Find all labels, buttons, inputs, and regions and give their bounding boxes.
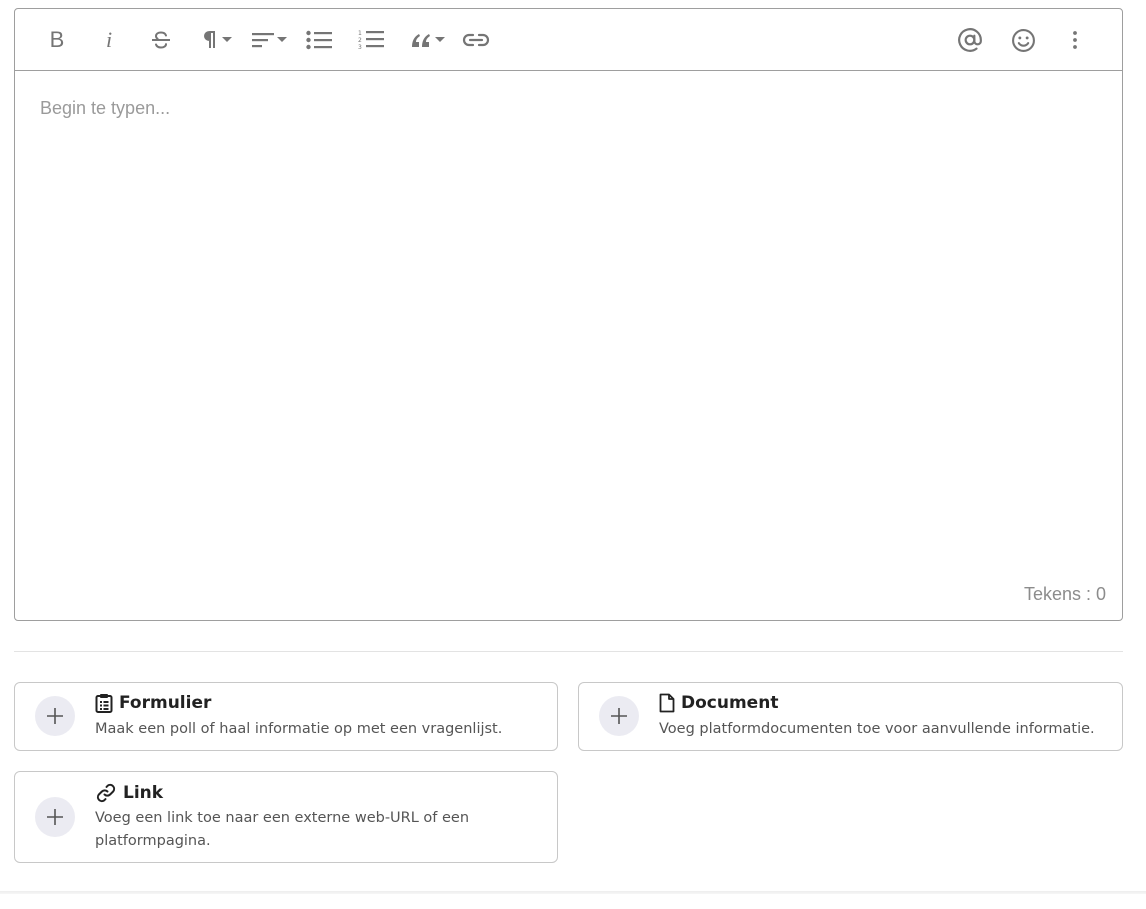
form-card-description: Maak een poll of haal informatie op met … — [95, 721, 503, 737]
italic-button[interactable]: i — [93, 24, 125, 56]
page-bottom-border — [0, 891, 1146, 894]
rich-text-editor: B i 1 2 3 Begin te typen... Tekens: 0 — [14, 8, 1123, 621]
align-icon — [251, 33, 274, 48]
numbered-list-icon: 1 2 3 — [358, 30, 384, 51]
document-card-header: Document — [659, 693, 778, 713]
chevron-down-icon — [434, 37, 445, 42]
attach-form-card[interactable]: Formulier Maak een poll of haal informat… — [14, 682, 558, 751]
link-icon — [96, 783, 116, 803]
form-card-header: Formulier — [95, 693, 211, 713]
add-document-button[interactable] — [599, 696, 639, 736]
svg-text:2: 2 — [358, 37, 362, 44]
plus-icon — [47, 809, 63, 825]
link-card-description-line: Voeg een link toe naar een externe web-U… — [95, 810, 470, 826]
clipboard-icon — [95, 694, 113, 713]
align-button[interactable] — [247, 24, 291, 56]
attach-link-card[interactable]: Link Voeg een link toe naar een externe … — [14, 771, 558, 863]
mention-icon — [958, 28, 982, 52]
insert-link-button[interactable] — [460, 24, 492, 56]
emoji-button[interactable] — [1007, 24, 1039, 56]
plus-icon — [47, 708, 63, 724]
add-link-button[interactable] — [35, 797, 75, 837]
paragraph-format-button[interactable] — [197, 24, 237, 56]
more-vertical-icon — [1073, 31, 1077, 49]
strikethrough-icon — [152, 31, 170, 49]
svg-text:3: 3 — [358, 44, 362, 51]
editor-content-area[interactable]: Begin te typen... Tekens : 0 — [15, 72, 1122, 620]
editor-toolbar: B i 1 2 3 — [15, 9, 1122, 71]
form-card-title: Formulier — [119, 693, 212, 713]
link-card-title: Link — [123, 783, 164, 803]
chevron-down-icon — [221, 37, 232, 42]
document-card-title: Document — [681, 693, 779, 713]
document-card-description: Voeg platformdocumenten toe voor aanvull… — [659, 721, 1095, 737]
attach-document-card[interactable]: Document Voeg platformdocumenten toe voo… — [578, 682, 1123, 751]
bullet-list-button[interactable] — [303, 24, 335, 56]
emoji-icon — [1011, 28, 1035, 52]
link-card-header: Link — [95, 782, 163, 804]
link-card-description-line: platformpagina. — [95, 833, 211, 849]
character-counter: Tekens : 0 — [1023, 584, 1106, 604]
numbered-list-button[interactable]: 1 2 3 — [355, 24, 387, 56]
quote-button[interactable] — [405, 24, 449, 56]
strikethrough-button[interactable] — [145, 24, 177, 56]
bullet-list-icon — [306, 30, 332, 50]
link-icon — [462, 33, 490, 47]
add-form-button[interactable] — [35, 696, 75, 736]
svg-text:1: 1 — [358, 30, 362, 37]
mention-button[interactable] — [954, 24, 986, 56]
editor-placeholder: Begin te typen... — [40, 98, 171, 118]
bold-icon: B — [49, 27, 65, 52]
plus-icon — [611, 708, 627, 724]
bold-button[interactable]: B — [41, 24, 73, 56]
quote-icon — [411, 34, 430, 47]
section-divider — [14, 651, 1123, 652]
link-card-description: Voeg een link toe naar een externe web-U… — [95, 807, 469, 853]
italic-icon: i — [105, 27, 113, 52]
more-options-button[interactable] — [1059, 24, 1091, 56]
chevron-down-icon — [276, 37, 287, 42]
paragraph-icon — [203, 31, 215, 48]
document-icon — [659, 693, 675, 713]
